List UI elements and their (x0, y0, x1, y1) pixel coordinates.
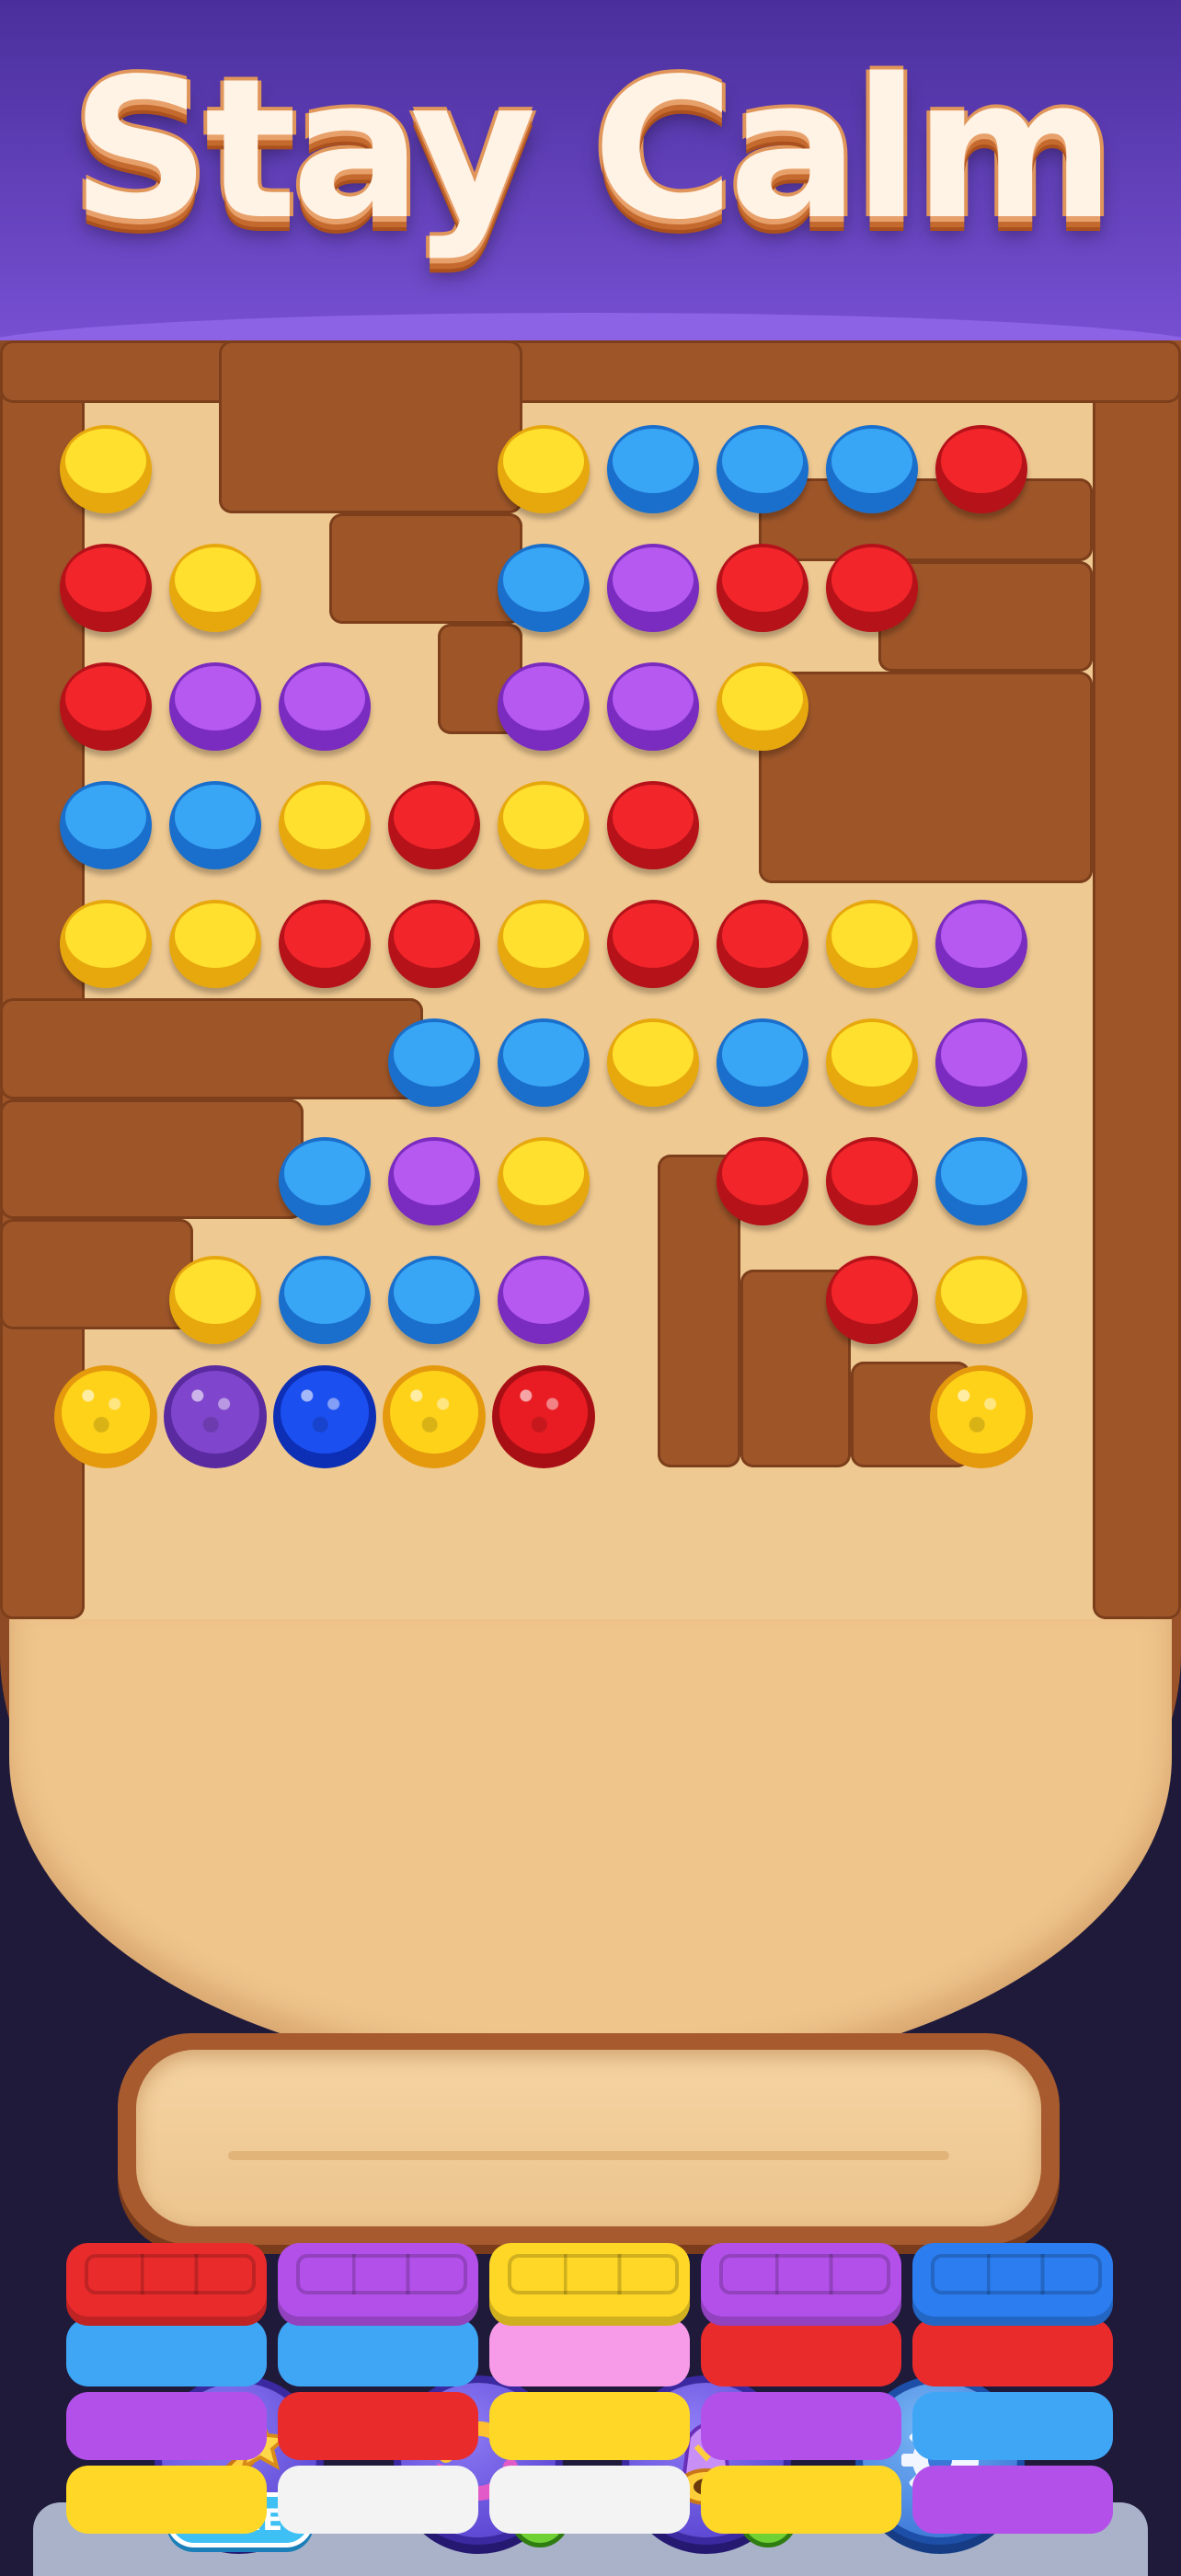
yellow-disc[interactable] (169, 900, 261, 988)
yellow-bucket[interactable] (54, 1365, 157, 1468)
purple-rack (66, 2392, 267, 2460)
yellow-rack (66, 2466, 267, 2534)
blue-disc[interactable] (498, 544, 590, 632)
red-disc[interactable] (279, 900, 371, 988)
red-disc[interactable] (826, 1256, 918, 1344)
red-disc[interactable] (388, 900, 480, 988)
board-wall (759, 478, 1093, 561)
yellow-disc[interactable] (826, 900, 918, 988)
purple-rack (912, 2466, 1113, 2534)
purple-disc[interactable] (169, 662, 261, 751)
purple-disc[interactable] (935, 1018, 1027, 1107)
blue-disc[interactable] (826, 425, 918, 513)
yellow-disc[interactable] (279, 781, 371, 869)
red-rack (701, 2318, 901, 2386)
yellow-disc[interactable] (935, 1256, 1027, 1344)
red-disc[interactable] (826, 544, 918, 632)
collector-tray[interactable] (118, 2033, 1060, 2245)
yellow-disc[interactable] (607, 1018, 699, 1107)
yellow-disc[interactable] (826, 1018, 918, 1107)
board-funnel (9, 1619, 1172, 2079)
board-wall (329, 513, 522, 624)
blue-disc[interactable] (935, 1137, 1027, 1225)
blue-disc[interactable] (388, 1256, 480, 1344)
lblue-rack (66, 2318, 267, 2386)
red-disc[interactable] (935, 425, 1027, 513)
purple-disc[interactable] (498, 662, 590, 751)
yellow-disc[interactable] (169, 1256, 261, 1344)
purple-disc[interactable] (498, 1256, 590, 1344)
red-disc[interactable] (607, 900, 699, 988)
yellow-disc[interactable] (498, 1137, 590, 1225)
white-rack (489, 2466, 690, 2534)
blue-disc[interactable] (279, 1137, 371, 1225)
purple-disc[interactable] (388, 1137, 480, 1225)
yellow-bucket[interactable] (383, 1365, 486, 1468)
purple-bucket[interactable] (164, 1365, 267, 1468)
yellow-rack[interactable] (489, 2243, 690, 2326)
purple-disc[interactable] (935, 900, 1027, 988)
purple-disc[interactable] (279, 662, 371, 751)
blue-disc[interactable] (607, 425, 699, 513)
pink-rack (489, 2318, 690, 2386)
purple-rack[interactable] (701, 2243, 901, 2326)
board-wall (759, 672, 1093, 883)
board-wall (0, 1099, 304, 1219)
blue-disc[interactable] (717, 425, 808, 513)
red-disc[interactable] (826, 1137, 918, 1225)
yellow-disc[interactable] (498, 781, 590, 869)
level-header: Stay Calm (0, 0, 1181, 386)
yellow-rack (489, 2392, 690, 2460)
board-wall (0, 340, 1181, 403)
blue-disc[interactable] (169, 781, 261, 869)
board-wall (0, 998, 423, 1099)
purple-disc[interactable] (607, 662, 699, 751)
collector-tray-groove (228, 2151, 949, 2160)
yellow-disc[interactable] (60, 900, 152, 988)
board-wall (219, 340, 522, 513)
purple-rack[interactable] (278, 2243, 478, 2326)
blue-bucket[interactable] (273, 1365, 376, 1468)
blue-rack[interactable] (912, 2243, 1113, 2326)
blue-disc[interactable] (498, 1018, 590, 1107)
red-disc[interactable] (717, 900, 808, 988)
game-board (0, 340, 1181, 2088)
yellow-disc[interactable] (498, 425, 590, 513)
blue-disc[interactable] (717, 1018, 808, 1107)
red-disc[interactable] (717, 1137, 808, 1225)
red-rack (278, 2392, 478, 2460)
red-rack (912, 2318, 1113, 2386)
red-rack[interactable] (66, 2243, 267, 2326)
board-wall (1093, 340, 1181, 1619)
red-disc[interactable] (388, 781, 480, 869)
yellow-rack (701, 2466, 901, 2534)
collector-tray-slot (136, 2050, 1041, 2226)
red-disc[interactable] (60, 662, 152, 751)
yellow-disc[interactable] (498, 900, 590, 988)
blue-disc[interactable] (388, 1018, 480, 1107)
purple-disc[interactable] (607, 544, 699, 632)
blue-disc[interactable] (60, 781, 152, 869)
lblue-rack (912, 2392, 1113, 2460)
level-title: Stay Calm (71, 37, 1116, 262)
red-disc[interactable] (607, 781, 699, 869)
purple-rack (701, 2392, 901, 2460)
red-disc[interactable] (717, 544, 808, 632)
yellow-disc[interactable] (717, 662, 808, 751)
yellow-bucket[interactable] (930, 1365, 1033, 1468)
red-disc[interactable] (60, 544, 152, 632)
yellow-disc[interactable] (60, 425, 152, 513)
red-bucket[interactable] (492, 1365, 595, 1468)
white-rack (278, 2466, 478, 2534)
yellow-disc[interactable] (169, 544, 261, 632)
board-wall (0, 1219, 193, 1329)
blue-disc[interactable] (279, 1256, 371, 1344)
lblue-rack (278, 2318, 478, 2386)
